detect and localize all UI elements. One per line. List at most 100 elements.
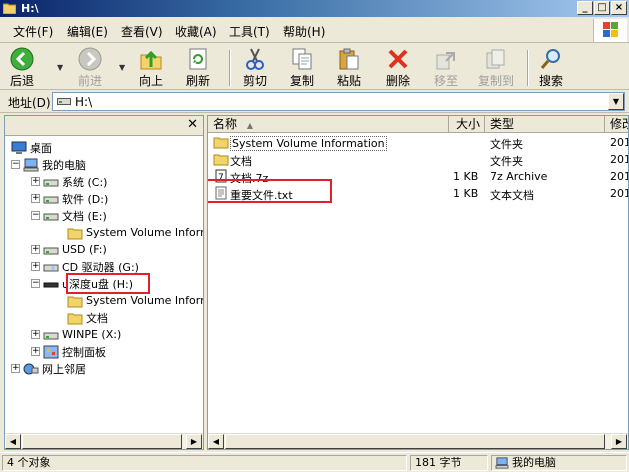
control-panel-icon — [43, 345, 59, 358]
collapse-icon[interactable]: − — [11, 160, 20, 169]
cut-button[interactable]: 剪切 — [239, 47, 271, 89]
tree-horizontal-scrollbar[interactable]: ◀ ▶ — [5, 433, 203, 449]
tree-item-my-computer[interactable]: − 我的电脑 — [11, 156, 86, 173]
tree-item-desktop[interactable]: 桌面 — [11, 139, 52, 156]
tree-item-network[interactable]: + 网上邻居 — [11, 360, 86, 377]
highlight-box-important-file — [208, 179, 332, 203]
menu-favorites[interactable]: 收藏(A) — [175, 23, 217, 40]
tree-item-drive-e[interactable]: − 文档 (E:) — [31, 207, 107, 224]
address-input[interactable]: H:\ ▼ — [52, 92, 625, 111]
title-bar: H:\ _ □ × — [0, 0, 629, 17]
expand-icon[interactable]: + — [11, 364, 20, 373]
column-modified[interactable]: 修改 — [605, 116, 628, 133]
refresh-button[interactable]: 刷新 — [182, 47, 214, 89]
drive-icon — [43, 247, 59, 254]
scroll-left-icon[interactable]: ◀ — [5, 434, 21, 449]
refresh-icon — [189, 48, 207, 70]
drive-icon — [43, 213, 59, 220]
usb-drive-icon — [43, 282, 59, 287]
column-type[interactable]: 类型 — [485, 116, 605, 133]
close-button[interactable]: × — [611, 1, 627, 15]
scroll-thumb[interactable] — [225, 434, 605, 449]
highlight-box-usb-drive — [66, 273, 150, 294]
menu-edit[interactable]: 编辑(E) — [67, 23, 108, 40]
folders-pane-header: ✕ — [5, 116, 203, 136]
back-button[interactable]: 后退 — [6, 47, 38, 89]
move-to-button[interactable]: 移至 — [430, 47, 462, 89]
collapse-icon[interactable]: − — [31, 279, 40, 288]
search-icon — [540, 49, 560, 69]
delete-button[interactable]: 删除 — [382, 47, 414, 89]
sort-ascending-icon: ▲ — [246, 121, 253, 130]
network-icon — [23, 363, 39, 374]
paste-button[interactable]: 粘贴 — [333, 47, 365, 89]
expand-icon[interactable]: + — [31, 245, 40, 254]
status-size: 181 字节 — [410, 455, 488, 471]
paste-icon — [339, 48, 359, 70]
column-name[interactable]: 名称 ▲ — [208, 116, 449, 133]
expand-icon[interactable]: + — [31, 347, 40, 356]
file-list-pane: 名称 ▲ 大小 类型 修改 System Volume Information … — [207, 115, 629, 450]
drive-icon — [57, 98, 71, 105]
tree-item-e-system-volume[interactable]: System Volume Information — [67, 224, 203, 241]
column-size[interactable]: 大小 — [449, 116, 485, 133]
close-pane-icon[interactable]: ✕ — [187, 117, 198, 132]
expand-icon[interactable]: + — [31, 194, 40, 203]
search-button[interactable]: 搜索 — [535, 47, 567, 89]
forward-button[interactable]: 前进 — [74, 47, 106, 89]
status-location: 我的电脑 — [491, 455, 627, 471]
expand-icon[interactable]: + — [31, 330, 40, 339]
file-row[interactable]: 文档 文件夹 2010 — [208, 151, 628, 168]
menu-tools[interactable]: 工具(T) — [229, 23, 270, 40]
list-horizontal-scrollbar[interactable]: ◀ ▶ — [208, 433, 628, 449]
expand-icon[interactable]: + — [31, 177, 40, 186]
up-button[interactable]: 向上 — [135, 47, 167, 89]
back-arrow-icon — [10, 47, 34, 71]
windows-flag-icon — [603, 22, 618, 37]
tree-item-h-documents[interactable]: 文档 — [67, 309, 108, 326]
folder-icon — [67, 228, 83, 239]
delete-x-icon — [388, 49, 408, 69]
scroll-thumb[interactable] — [22, 434, 182, 449]
copy-icon — [292, 48, 312, 70]
tree-item-drive-d[interactable]: + 软件 (D:) — [31, 190, 108, 207]
menu-file[interactable]: 文件(F) — [13, 23, 53, 40]
maximize-button[interactable]: □ — [594, 1, 610, 15]
forward-dropdown-icon[interactable]: ▼ — [119, 63, 125, 72]
expand-icon[interactable]: + — [31, 262, 40, 271]
cd-drive-icon — [43, 264, 59, 271]
menu-help[interactable]: 帮助(H) — [283, 23, 325, 40]
folder-up-icon — [140, 50, 162, 70]
status-object-count: 4 个对象 — [2, 455, 407, 471]
tree-item-drive-c[interactable]: + 系统 (C:) — [31, 173, 107, 190]
back-dropdown-icon[interactable]: ▼ — [57, 63, 63, 72]
status-bar: 4 个对象 181 字节 我的电脑 — [0, 452, 629, 472]
copy-to-button[interactable]: 复制到 — [476, 47, 516, 89]
scroll-right-icon[interactable]: ▶ — [611, 434, 627, 449]
my-computer-icon — [495, 457, 509, 469]
minimize-button[interactable]: _ — [577, 1, 593, 15]
drive-icon — [43, 332, 59, 339]
scroll-right-icon[interactable]: ▶ — [186, 434, 202, 449]
address-dropdown-icon[interactable]: ▼ — [608, 93, 624, 110]
scroll-left-icon[interactable]: ◀ — [208, 434, 224, 449]
folder-icon — [3, 3, 16, 14]
toolbar-separator — [229, 50, 231, 86]
tree-item-drive-x[interactable]: + WINPE (X:) — [31, 326, 121, 343]
folder-icon — [67, 313, 83, 324]
folder-icon — [67, 296, 83, 307]
desktop-icon — [11, 141, 27, 154]
folder-icon — [213, 154, 229, 166]
folders-pane: ✕ 桌面 − 我的电脑 + 系统 (C:) + 软件 (D:) − 文档 (E:… — [4, 115, 204, 450]
move-to-icon — [436, 52, 455, 70]
tree-item-control-panel[interactable]: + 控制面板 — [31, 343, 106, 360]
file-row[interactable]: System Volume Information 文件夹 2010 — [208, 134, 628, 151]
folder-icon — [213, 137, 229, 149]
tree-item-drive-f[interactable]: + USD (F:) — [31, 241, 107, 258]
menu-view[interactable]: 查看(V) — [121, 23, 163, 40]
copy-button[interactable]: 复制 — [286, 47, 318, 89]
address-value: H:\ — [75, 95, 93, 109]
collapse-icon[interactable]: − — [31, 211, 40, 220]
my-computer-icon — [23, 158, 39, 171]
tree-item-h-system-volume[interactable]: System Volume Information — [67, 292, 203, 309]
